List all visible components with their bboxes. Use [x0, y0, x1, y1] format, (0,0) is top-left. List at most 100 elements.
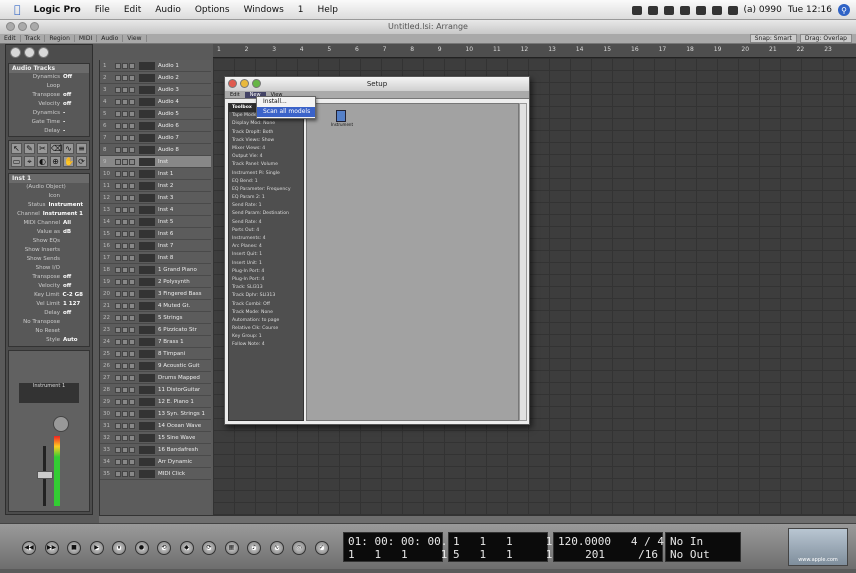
region-param-value[interactable]: -: [63, 109, 83, 118]
display-icon[interactable]: [647, 5, 658, 15]
record-enable-button[interactable]: [129, 422, 135, 429]
mute-button[interactable]: [115, 206, 121, 213]
track-row[interactable]: 1 Audio 1: [100, 60, 211, 72]
track-row[interactable]: 31 14 Ocean Wave: [100, 420, 211, 432]
mute-button[interactable]: [115, 242, 121, 249]
tool-icon[interactable]: ▭: [11, 156, 22, 167]
track-param-value[interactable]: C-2 G8: [62, 291, 83, 300]
track-name[interactable]: 9 Acoustic Guit: [158, 363, 200, 369]
track-row[interactable]: 16 Inst 7: [100, 240, 211, 252]
stop-mode-button[interactable]: ✓: [314, 541, 329, 555]
record-enable-button[interactable]: [129, 86, 135, 93]
solo-button[interactable]: [122, 170, 128, 177]
record-enable-button[interactable]: [129, 242, 135, 249]
track-name[interactable]: Audio 6: [158, 123, 179, 129]
track-row[interactable]: 27 Drums Mapped: [100, 372, 211, 384]
mute-button[interactable]: [115, 470, 121, 477]
tool-icon[interactable]: ↖: [11, 143, 22, 154]
track-param-value[interactable]: [63, 318, 83, 327]
track-param-row[interactable]: Vel Limit 1 127: [9, 300, 89, 309]
tool-icon[interactable]: ✎: [24, 143, 35, 154]
track-param-value[interactable]: dB: [63, 228, 83, 237]
solo-button[interactable]: [122, 230, 128, 237]
track-name[interactable]: Arr Dynamic: [158, 459, 192, 465]
track-row[interactable]: 4 Audio 4: [100, 96, 211, 108]
track-param-value[interactable]: Auto: [63, 336, 83, 345]
setup-param-row[interactable]: EQ Param 2: 1: [229, 194, 303, 202]
mute-button[interactable]: [115, 218, 121, 225]
mute-button[interactable]: [115, 350, 121, 357]
sync-button[interactable]: ♪: [247, 541, 261, 555]
solo-button[interactable]: [122, 302, 128, 309]
setup-menu-edit[interactable]: Edit: [225, 92, 245, 98]
solo-button[interactable]: [122, 314, 128, 321]
track-param-row[interactable]: Status Instrument: [9, 201, 89, 210]
track-param-row[interactable]: Channel Instrument 1: [9, 210, 89, 219]
track-row[interactable]: 19 2 Polysynth: [100, 276, 211, 288]
solo-button[interactable]: [122, 422, 128, 429]
capture-button[interactable]: ◎: [292, 541, 306, 555]
record-enable-button[interactable]: [129, 74, 135, 81]
solo-button[interactable]: [122, 206, 128, 213]
track-param-row[interactable]: Style Auto: [9, 336, 89, 345]
record-enable-button[interactable]: [129, 398, 135, 405]
track-name[interactable]: 13 Syn. Strings 1: [158, 411, 205, 417]
track-name[interactable]: 3 Fingered Bass: [158, 291, 202, 297]
track-name[interactable]: 16 Bandafresh: [158, 447, 198, 453]
track-name[interactable]: 8 Timpani: [158, 351, 185, 357]
setup-param-row[interactable]: Plug-In Port: 4: [229, 268, 303, 276]
track-name[interactable]: 14 Ocean Wave: [158, 423, 201, 429]
snap-menu[interactable]: Snap: Smart: [749, 34, 797, 43]
track-row[interactable]: 33 16 Bandafresh: [100, 444, 211, 456]
cycle-button[interactable]: ⟲: [157, 541, 171, 555]
setup-param-row[interactable]: Track Panel: Volume: [229, 161, 303, 169]
track-row[interactable]: 28 11 DistorGuitar: [100, 384, 211, 396]
track-row[interactable]: 26 9 Acoustic Guit: [100, 360, 211, 372]
track-row[interactable]: 30 13 Syn. Strings 1: [100, 408, 211, 420]
setup-param-row[interactable]: Track Droplt: Both: [229, 129, 303, 137]
solo-button[interactable]: [122, 134, 128, 141]
track-param-value[interactable]: [63, 237, 83, 246]
record-enable-button[interactable]: [129, 362, 135, 369]
menu-item-scan-all-models[interactable]: Scan all models: [257, 107, 315, 117]
setup-canvas[interactable]: Instrument: [306, 103, 519, 421]
solo-button[interactable]: ▦: [224, 541, 239, 555]
record-enable-button[interactable]: [129, 122, 135, 129]
record-button[interactable]: [38, 47, 49, 58]
track-param-value[interactable]: [63, 327, 83, 336]
track-row[interactable]: 15 Inst 6: [100, 228, 211, 240]
local-menu-view[interactable]: View: [123, 35, 147, 42]
setup-param-row[interactable]: Insert Quit: 1: [229, 251, 303, 259]
minimize-button[interactable]: [18, 22, 27, 31]
mute-button[interactable]: [115, 230, 121, 237]
setup-param-row[interactable]: Send Param: Destination: [229, 210, 303, 218]
track-param-value[interactable]: All: [63, 219, 83, 228]
local-menu-edit[interactable]: Edit: [0, 35, 21, 42]
solo-button[interactable]: [122, 122, 128, 129]
tool-icon[interactable]: ⌖: [24, 156, 35, 167]
autopunch-button[interactable]: ◆: [179, 541, 194, 555]
menu-file[interactable]: File: [88, 5, 117, 15]
tool-icon[interactable]: ◐: [37, 156, 48, 167]
track-param-row[interactable]: Velocity off: [9, 282, 89, 291]
track-row[interactable]: 14 Inst 5: [100, 216, 211, 228]
solo-button[interactable]: [122, 410, 128, 417]
pause-button[interactable]: ⏸: [112, 541, 126, 555]
mute-button[interactable]: [115, 110, 121, 117]
record-enable-button[interactable]: [129, 446, 135, 453]
track-param-row[interactable]: Delay off: [9, 309, 89, 318]
track-name[interactable]: Inst 3: [158, 195, 173, 201]
track-name[interactable]: Inst 6: [158, 231, 173, 237]
smpte-display[interactable]: 01: 00: 00: 00.00 1 1 1 1: [343, 532, 461, 562]
mute-button[interactable]: [115, 194, 121, 201]
hide-button[interactable]: [24, 47, 35, 58]
record-enable-button[interactable]: [129, 254, 135, 261]
tool-icon[interactable]: ⌫: [50, 143, 62, 154]
tool-icon[interactable]: ≡: [76, 143, 87, 154]
menu-windows[interactable]: Windows: [237, 5, 291, 15]
mute-button[interactable]: [115, 170, 121, 177]
setup-param-row[interactable]: Track Dphr: SLI313: [229, 292, 303, 300]
bar-ruler[interactable]: 1 2 3 4 5 6 7 8 9 10 11 12 13 14 15 16 17 18 19 20 21 22 23: [213, 44, 856, 58]
solo-button[interactable]: [122, 434, 128, 441]
setup-param-row[interactable]: Instrument Pi: Single: [229, 170, 303, 178]
